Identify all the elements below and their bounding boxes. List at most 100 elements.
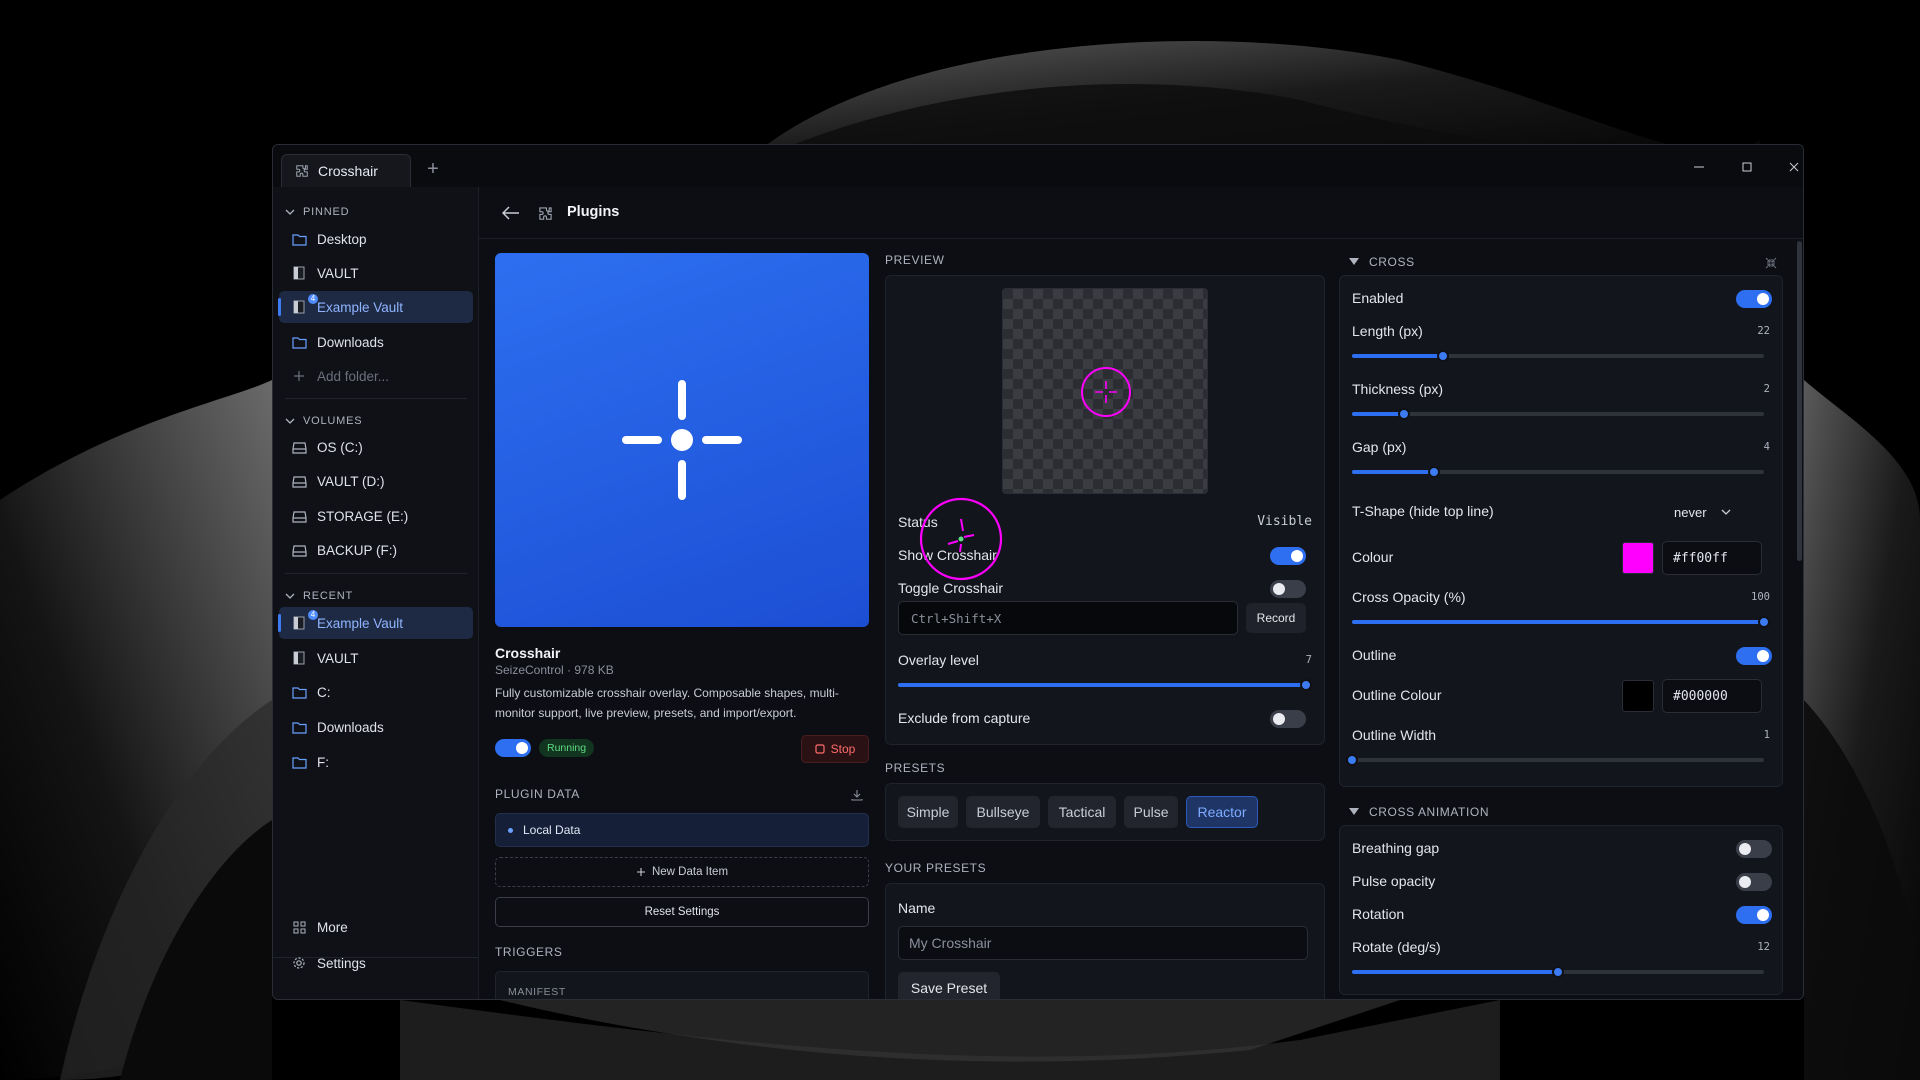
slider-fill [1352,620,1764,624]
save-preset-button[interactable]: Save Preset [898,972,1000,999]
plugin-enabled-toggle[interactable] [495,739,531,757]
cross-animation-section-header[interactable]: CROSS ANIMATION [1349,803,1489,821]
sidebar-item-recent-downloads[interactable]: Downloads [279,711,473,743]
slider-handle[interactable] [1300,679,1312,691]
cursor-crosshair-icon [919,497,1003,581]
maximize-button[interactable] [1733,155,1761,179]
overlay-level-slider[interactable] [898,679,1312,691]
preset-name-label: Name [898,900,936,916]
thickness-slider[interactable] [1352,408,1764,420]
sidebar-item-storage-e[interactable]: STORAGE (E:) [279,500,473,532]
back-button[interactable] [499,201,523,225]
sidebar-item-vault-d[interactable]: VAULT (D:) [279,465,473,497]
sidebar-item-os-c[interactable]: OS (C:) [279,431,473,463]
shortcut-input[interactable]: Ctrl+Shift+X [898,601,1238,635]
tab-crosshair[interactable]: Crosshair [281,154,411,187]
sidebar-item-desktop[interactable]: Desktop [279,223,473,255]
exclude-capture-toggle[interactable] [1270,710,1306,728]
sidebar-item-label: Example Vault [317,615,404,631]
preset-simple[interactable]: Simple [898,796,958,828]
sidebar-item-downloads[interactable]: Downloads [279,326,473,358]
sidebar-item-label: Downloads [317,334,384,350]
sidebar-item-vault[interactable]: VAULT [279,257,473,289]
record-button[interactable]: Record [1246,603,1306,633]
colour-swatch[interactable] [1622,542,1654,574]
stop-button[interactable]: Stop [801,735,869,763]
collapse-icon[interactable] [1763,255,1779,271]
folder-icon [291,334,307,350]
preset-pulse[interactable]: Pulse [1124,796,1178,828]
breathing-gap-toggle[interactable] [1736,840,1772,858]
cross-section-header[interactable]: CROSS [1349,253,1415,271]
pulse-opacity-toggle[interactable] [1736,873,1772,891]
rotation-toggle[interactable] [1736,906,1772,924]
preset-tactical[interactable]: Tactical [1048,796,1116,828]
settings-button[interactable]: Settings [279,947,473,979]
volumes-section-header[interactable]: VOLUMES [285,412,362,430]
download-icon[interactable] [849,787,865,803]
stop-icon [815,744,825,754]
outline-colour-hex-input[interactable]: #000000 [1662,679,1762,713]
section-label: RECENT [303,590,354,602]
sidebar-item-recent-example-vault[interactable]: 4 Example Vault [278,607,473,639]
enabled-toggle[interactable] [1736,290,1772,308]
gap-label: Gap (px) [1352,439,1407,455]
recent-section-header[interactable]: RECENT [285,587,353,605]
slider-handle[interactable] [1758,616,1770,628]
close-button[interactable] [1780,155,1803,179]
toggle-crosshair-toggle[interactable] [1270,580,1306,598]
thickness-label: Thickness (px) [1352,381,1444,397]
notification-badge: 4 [308,610,318,620]
notification-badge: 4 [308,294,318,304]
scrollbar[interactable] [1797,241,1802,561]
preview-card: Status Visible Show Crosshair Toggle Cro… [885,275,1325,745]
outline-colour-swatch[interactable] [1622,680,1654,712]
sidebar-item-backup-f[interactable]: BACKUP (F:) [279,534,473,566]
show-crosshair-toggle[interactable] [1270,547,1306,565]
slider-handle[interactable] [1397,408,1410,420]
minimize-button[interactable] [1685,155,1713,179]
folder-icon [291,754,307,770]
tshape-select[interactable]: never [1674,500,1731,524]
gap-slider[interactable] [1352,466,1764,478]
add-folder-button[interactable]: Add folder... [279,360,473,392]
sidebar-item-example-vault[interactable]: 4 Example Vault [278,291,473,323]
sidebar-item-recent-f[interactable]: F: [279,746,473,778]
sidebar: PINNED Desktop VAULT 4 Example Vault Dow… [273,187,479,999]
folder-icon [291,231,307,247]
local-data-item[interactable]: Local Data [495,813,869,847]
outline-width-slider[interactable] [1346,754,1764,766]
sidebar-item-recent-c[interactable]: C: [279,676,473,708]
stop-label: Stop [830,742,856,756]
rotate-speed-slider[interactable] [1352,966,1764,978]
grid-icon [291,919,307,935]
pinned-section-header[interactable]: PINNED [285,203,349,221]
section-label: CROSS ANIMATION [1369,805,1490,819]
slider-handle[interactable] [1346,754,1358,766]
preset-reactor[interactable]: Reactor [1186,796,1258,828]
slider-handle[interactable] [1428,466,1441,478]
new-data-item-button[interactable]: New Data Item [495,857,869,887]
new-tab-button[interactable]: + [421,157,445,181]
more-button[interactable]: More [279,911,473,943]
maximize-icon [1742,162,1752,172]
colour-label: Colour [1352,549,1394,565]
status-value: Visible [1257,514,1312,529]
sidebar-item-recent-vault[interactable]: VAULT [279,642,473,674]
outline-width-label: Outline Width [1352,727,1437,743]
outline-toggle[interactable] [1736,647,1772,665]
colour-hex-input[interactable]: #ff00ff [1662,541,1762,575]
crosshair-logo-icon [622,380,742,500]
opacity-slider[interactable] [1352,616,1770,628]
drive-icon [291,508,307,524]
page-header: Plugins [479,187,1803,239]
crosshair-preview-icon [1081,367,1131,417]
preset-name-input[interactable]: My Crosshair [898,926,1308,960]
slider-fill [1352,970,1558,974]
length-slider[interactable] [1352,350,1764,362]
slider-handle[interactable] [1436,350,1449,362]
thickness-value: 2 [1763,383,1770,395]
reset-settings-button[interactable]: Reset Settings [495,897,869,927]
slider-handle[interactable] [1552,966,1564,978]
preset-bullseye[interactable]: Bullseye [966,796,1040,828]
